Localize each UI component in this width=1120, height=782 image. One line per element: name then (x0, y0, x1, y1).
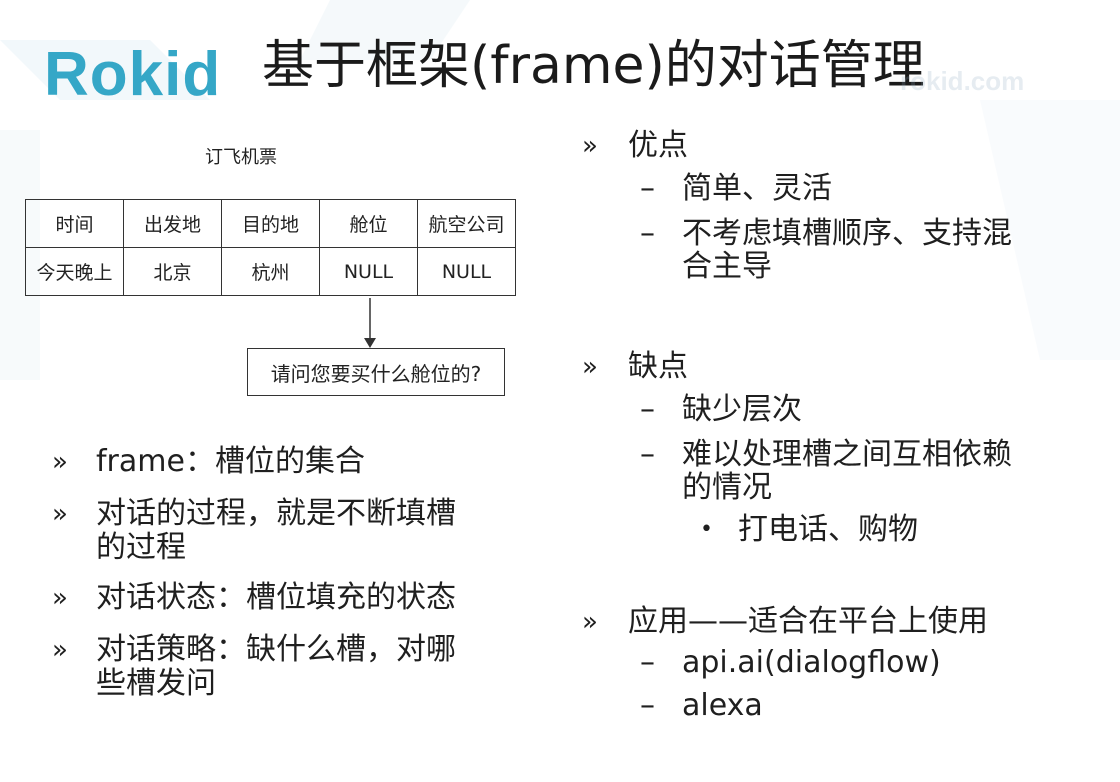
dash-marker: – (640, 688, 655, 723)
list-item: – alexa (582, 689, 1082, 722)
slot-header-cell: 时间 (25, 199, 124, 248)
bullet-marker: » (582, 131, 598, 161)
pros-heading: » 优点 (582, 128, 1082, 164)
slide-title: 基于框架(frame)的对话管理 (262, 36, 925, 96)
bullet-marker: » (582, 607, 598, 637)
bullet-marker: » (582, 352, 598, 382)
list-item: » 对话的过程，就是不断填槽 的过程 (52, 497, 522, 565)
bullet-text-line: 对话策略：缺什么槽，对哪 (96, 632, 456, 667)
item-text-line: 难以处理槽之间互相依赖 (682, 437, 1012, 472)
dash-marker: – (640, 171, 655, 206)
list-item: • 打电话、购物 (582, 512, 1082, 548)
bullet-marker: » (52, 447, 68, 477)
item-text: 缺少层次 (682, 392, 802, 427)
item-text: 简单、灵活 (682, 171, 832, 206)
bullet-text-line: 些槽发问 (96, 666, 216, 701)
pros-label: 优点 (628, 128, 688, 163)
slot-value-row: 今天晚上 北京 杭州 NULL NULL (25, 247, 516, 296)
slot-header-cell: 航空公司 (417, 199, 516, 248)
dash-marker: – (640, 216, 655, 251)
item-text: api.ai(dialogflow) (682, 645, 941, 680)
list-item: – 简单、灵活 (582, 172, 1082, 205)
slot-value-cell: NULL (319, 247, 418, 296)
item-text-line: 不考虑填槽顺序、支持混 (682, 216, 1012, 251)
watermark: rokid.com (900, 66, 1025, 96)
bullet-marker: » (52, 635, 68, 665)
item-text-line: 合主导 (682, 249, 772, 284)
list-item: – 缺少层次 (582, 393, 1082, 426)
list-item: » frame：槽位的集合 (52, 445, 522, 479)
system-question-box: 请问您要买什么舱位的? (247, 348, 505, 396)
list-item: » 对话状态：槽位填充的状态 (52, 581, 522, 615)
slot-value-cell: 杭州 (221, 247, 320, 296)
bullet-text: frame：槽位的集合 (96, 444, 365, 479)
slot-header-cell: 舱位 (319, 199, 418, 248)
dash-marker: – (640, 392, 655, 427)
dash-marker: – (640, 645, 655, 680)
list-item: » 对话策略：缺什么槽，对哪 些槽发问 (52, 633, 522, 701)
slot-header-cell: 出发地 (123, 199, 222, 248)
item-text: 打电话、购物 (738, 512, 918, 547)
left-bullet-list: » frame：槽位的集合 » 对话的过程，就是不断填槽 的过程 » 对话状态：… (52, 445, 522, 701)
cons-heading: » 缺点 (582, 349, 1082, 385)
bullet-text-line: 对话的过程，就是不断填槽 (96, 496, 456, 531)
slot-value-cell: 今天晚上 (25, 247, 124, 296)
cons-label: 缺点 (628, 349, 688, 384)
rokid-logo: Rokid (44, 40, 222, 109)
dash-marker: – (640, 437, 655, 472)
bullet-marker: » (52, 583, 68, 613)
list-item: – 不考虑填槽顺序、支持混 合主导 (582, 217, 1082, 283)
slot-table: 时间 出发地 目的地 舱位 航空公司 今天晚上 北京 杭州 NULL NULL (25, 199, 516, 296)
apps-label: 应用——适合在平台上使用 (628, 604, 988, 639)
slot-header-cell: 目的地 (221, 199, 320, 248)
bullet-text-line: 的过程 (96, 530, 186, 565)
bullet-marker: » (52, 499, 68, 529)
slot-value-cell: 北京 (123, 247, 222, 296)
item-text: alexa (682, 688, 763, 723)
list-item: – 难以处理槽之间互相依赖 的情况 (582, 438, 1082, 504)
bullet-text: 对话状态：槽位填充的状态 (96, 580, 456, 615)
item-text-line: 的情况 (682, 470, 772, 505)
apps-heading: » 应用——适合在平台上使用 (582, 604, 1082, 640)
slot-value-cell: NULL (417, 247, 516, 296)
slot-header-row: 时间 出发地 目的地 舱位 航空公司 (25, 199, 516, 248)
diagram-caption: 订飞机票 (205, 147, 277, 168)
dot-marker: • (700, 517, 713, 542)
list-item: – api.ai(dialogflow) (582, 646, 1082, 679)
right-bullet-list: » 优点 – 简单、灵活 – 不考虑填槽顺序、支持混 合主导 » 缺点 – 缺少… (582, 128, 1082, 722)
arrow-down-icon (364, 298, 376, 348)
